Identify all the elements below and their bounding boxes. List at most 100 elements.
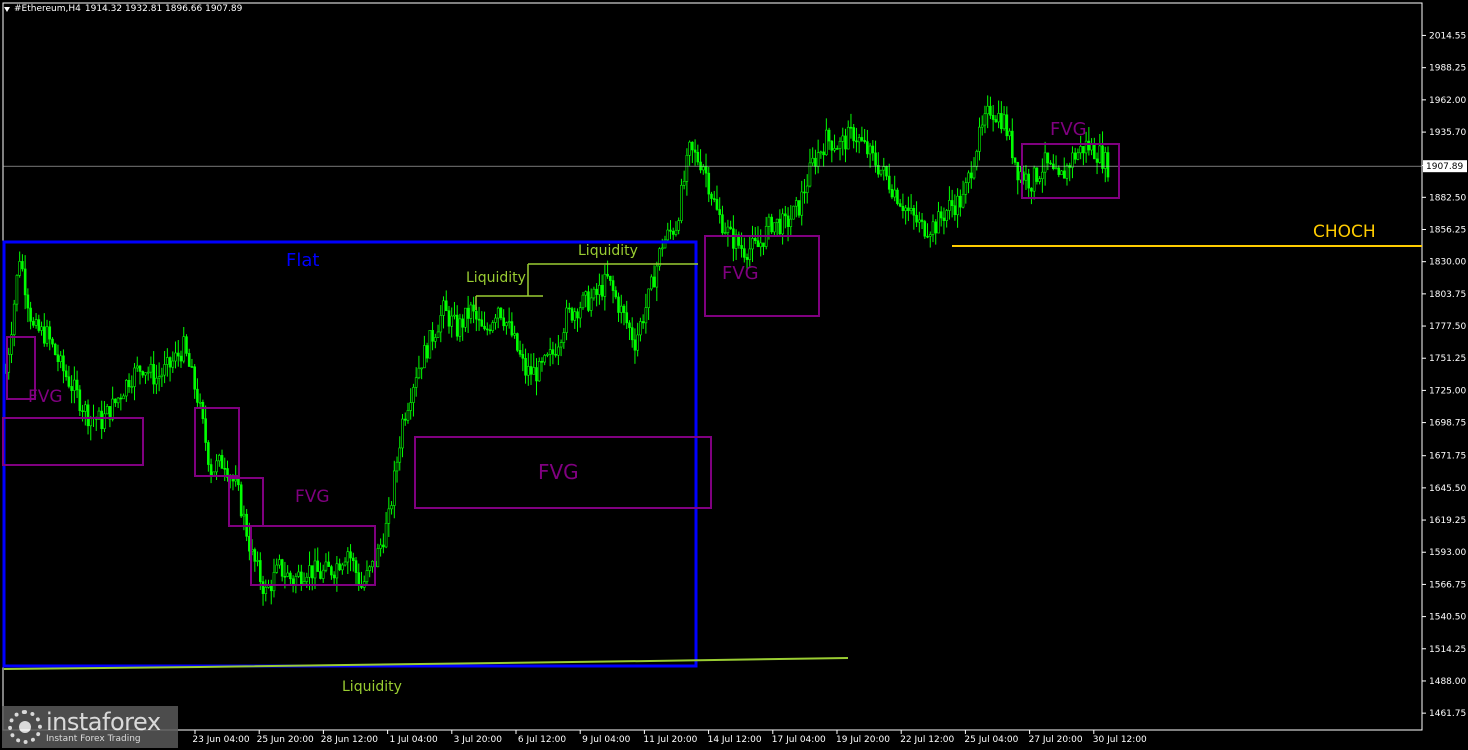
candle-body [286,572,289,577]
candle-body [885,166,888,177]
candle-body [614,290,618,298]
candle-body [603,273,607,297]
candle-body [111,398,114,420]
candle-body [283,575,287,578]
candle-body [425,345,429,359]
candle-body [105,406,109,415]
candle-body [939,211,943,219]
candle-body [617,296,620,313]
candle-body [7,354,11,373]
candle-body [185,336,188,354]
candle-body [310,565,314,579]
candle-body [570,308,574,321]
candle-body [253,549,257,562]
candle-body [455,314,459,337]
candle-body [401,418,404,449]
candle-body [841,135,845,142]
price-tick-label: 1882.50 [1429,193,1466,203]
time-tick-label: 22 Jul 12:00 [900,735,954,745]
candle-body [135,365,139,369]
candle-body [997,113,1000,123]
candle-body [116,397,120,404]
candle-body [584,291,588,296]
price-tick-label: 1725.00 [1429,386,1466,396]
candle-body [609,275,612,281]
candle-body [855,140,858,143]
candle-body [537,361,541,382]
candle-body [838,140,842,149]
price-tick-label: 1461.75 [1429,709,1466,719]
candle-body [1090,144,1093,151]
candle-body [18,261,21,276]
candle-body [499,307,503,319]
candle-body [729,226,732,230]
price-chart[interactable]: 2014.551988.251962.001935.701908.451882.… [0,0,1468,750]
candle-body [453,314,456,317]
candle-body [592,288,596,299]
fvg-label: FVG [295,487,330,507]
candle-body [365,570,369,583]
candle-body [302,581,306,585]
candle-body [70,386,73,391]
candle-body [589,297,593,311]
candle-body [1062,170,1066,179]
candle-body [1073,152,1077,160]
candle-body [923,221,927,237]
collapse-triangle-icon[interactable] [4,7,10,12]
candle-body [436,331,440,338]
candle-body [819,151,823,154]
candle-body [1016,162,1020,181]
candle-body [751,238,754,250]
candle-body [42,326,46,344]
candle-body [269,585,273,592]
ohlc-values: 1914.32 1932.81 1896.66 1907.89 [84,4,243,14]
candle-body [242,513,246,517]
candle-body [494,317,497,323]
candle-body [384,522,388,548]
liquidity-label: Liquidity [466,270,526,286]
candle-body [272,572,276,592]
candle-body [953,205,957,216]
candle-body [469,304,473,319]
candle-body [967,172,970,183]
candle-body [633,339,637,351]
candle-body [989,105,992,116]
logo-brand: instaforex [46,708,161,736]
price-tick-label: 1962.00 [1429,96,1466,106]
candle-body [507,321,511,324]
candle-body [201,401,205,419]
candle-body [406,410,410,421]
candle-body [168,357,172,368]
candle-body [196,388,199,403]
time-tick-label: 25 Jun 20:00 [257,735,314,745]
candle-body [237,478,240,486]
candle-body [877,165,880,175]
candle-body [488,329,492,332]
candle-body [1101,145,1104,169]
candle-body [805,185,809,193]
candle-body [794,200,798,207]
candle-body [822,151,825,156]
candle-body [557,346,560,356]
candle-body [198,401,202,404]
candle-body [119,397,123,400]
candle-body [576,311,579,319]
candle-body [797,200,801,216]
candle-body [904,207,907,212]
candle-body [321,569,325,579]
candle-body [217,455,221,462]
candle-body [297,571,300,577]
candle-body [628,322,631,328]
candle-body [182,336,186,362]
candle-body [133,367,136,387]
candle-body [155,377,158,385]
candle-body [666,229,670,241]
candle-body [84,404,87,412]
candle-body [844,135,847,150]
candle-body [901,205,905,212]
candle-body [204,418,207,443]
candle-body [770,216,773,233]
candle-body [611,280,615,291]
candle-body [461,318,464,328]
candle-body [644,307,648,324]
